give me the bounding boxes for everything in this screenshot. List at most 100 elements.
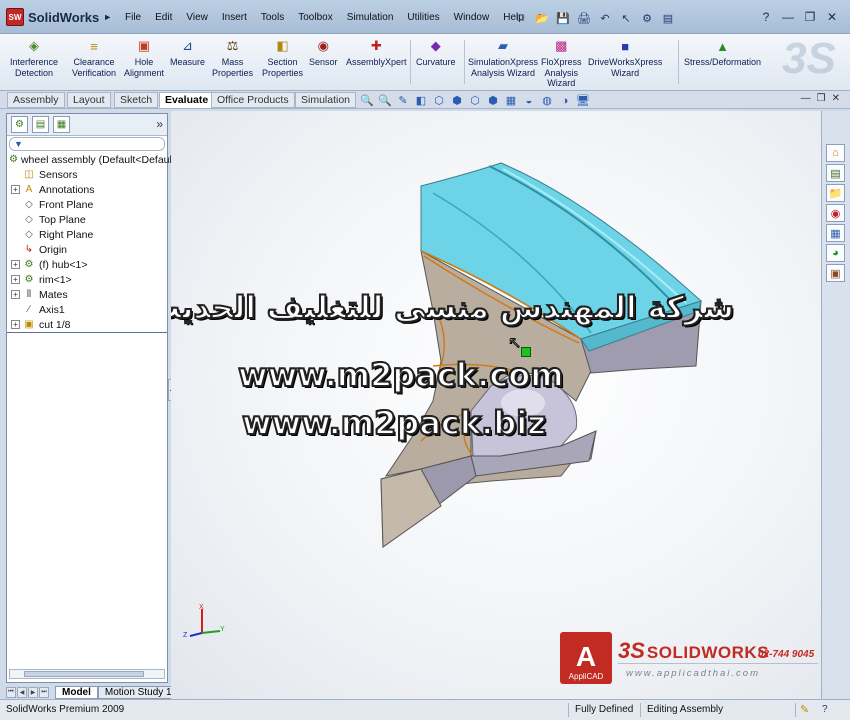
expand-icon[interactable]: + bbox=[11, 275, 20, 284]
custom-properties-icon[interactable]: ▣ bbox=[826, 264, 845, 282]
tree-item[interactable]: + ⫴ Mates bbox=[7, 287, 167, 302]
rebuild-icon[interactable]: ✎ bbox=[800, 703, 809, 716]
curvature-button[interactable]: ◆ Curvature bbox=[416, 38, 456, 68]
collapse-panel-icon[interactable]: » bbox=[156, 117, 163, 131]
tree-filter[interactable]: ▼ bbox=[9, 137, 165, 151]
graphics-area[interactable]: ↖ شركة المهندس منسى للتغليف الحديث www.m… bbox=[171, 111, 821, 699]
search-icon[interactable]: ◉ bbox=[826, 204, 845, 222]
undo-icon[interactable]: ↶ bbox=[596, 10, 614, 26]
tree-item[interactable]: + ⚙ rim<1> bbox=[7, 272, 167, 287]
measure-button[interactable]: ⊿ Measure bbox=[170, 38, 205, 68]
panel-horizontal-scrollbar[interactable] bbox=[9, 669, 165, 679]
floxpress-icon: ▩ bbox=[555, 38, 568, 53]
property-manager-tab-icon[interactable]: ▤ bbox=[32, 116, 49, 133]
view-settings-icon[interactable]: ◒ bbox=[522, 94, 536, 107]
tree-item[interactable]: + ▣ cut 1/8 bbox=[7, 317, 167, 332]
appearances-icon[interactable]: ◕ bbox=[826, 244, 845, 262]
simulationxpress-button[interactable]: ▰ SimulationXpress Analysis Wizard bbox=[468, 38, 538, 78]
brand-divider bbox=[618, 663, 818, 664]
status-help-icon[interactable]: ? bbox=[822, 704, 828, 715]
stress-deformation-button[interactable]: ▲ Stress/Deformation bbox=[684, 38, 761, 68]
options-icon[interactable]: ⚙ bbox=[638, 10, 656, 26]
feature-manager-tab-icon[interactable]: ⚙ bbox=[11, 116, 28, 133]
menu-view[interactable]: View bbox=[179, 11, 215, 24]
driveworksxpress-button[interactable]: ■ DriveWorksXpress Wizard bbox=[588, 38, 662, 78]
previous-view-icon[interactable]: ✎ bbox=[396, 94, 410, 107]
help-button[interactable]: ? bbox=[758, 9, 774, 25]
save-icon[interactable]: 💾 bbox=[554, 10, 572, 26]
menu-expand-icon[interactable]: ► bbox=[103, 12, 112, 22]
menu-insert[interactable]: Insert bbox=[215, 11, 254, 24]
render-icon[interactable]: ◍ bbox=[540, 94, 554, 107]
app-logo[interactable]: SW SolidWorks ► bbox=[6, 7, 112, 27]
doc-minimize-button[interactable]: — bbox=[801, 93, 811, 104]
view-orientation-icon[interactable]: ⬡ bbox=[432, 94, 446, 107]
section-view-icon[interactable]: ◧ bbox=[414, 94, 428, 107]
edit-appearance-icon[interactable]: ⬢ bbox=[486, 94, 500, 107]
interference-detection-button[interactable]: ◈ Interference Detection bbox=[10, 38, 58, 78]
solidworks-resources-icon[interactable]: ⌂ bbox=[826, 144, 845, 162]
menu-toolbox[interactable]: Toolbox bbox=[291, 11, 339, 24]
first-tab-icon[interactable]: ⏮ bbox=[6, 686, 16, 698]
apply-scene-icon[interactable]: ▦ bbox=[504, 94, 518, 107]
display-style-icon[interactable]: ⬢ bbox=[450, 94, 464, 107]
command-manager: 3S ◈ Interference Detection ≡ Clearance Verif… bbox=[0, 34, 850, 91]
close-button[interactable]: ✕ bbox=[824, 9, 840, 25]
tree-item[interactable]: + ⚙ (f) hub<1> bbox=[7, 257, 167, 272]
tab-office-products[interactable]: Office Products bbox=[211, 92, 295, 108]
expand-icon[interactable]: + bbox=[11, 320, 20, 329]
doc-close-button[interactable]: ✕ bbox=[832, 93, 840, 104]
sensor-button[interactable]: ◉ Sensor bbox=[309, 38, 338, 68]
last-tab-icon[interactable]: ⏭ bbox=[39, 686, 49, 698]
next-tab-icon[interactable]: ▶ bbox=[28, 686, 38, 698]
hole-alignment-button[interactable]: ▣ Hole Alignment bbox=[124, 38, 164, 78]
expand-icon[interactable]: + bbox=[11, 185, 20, 194]
menu-utilities[interactable]: Utilities bbox=[400, 11, 446, 24]
tab-evaluate[interactable]: Evaluate bbox=[159, 92, 215, 108]
file-properties-icon[interactable]: ▤ bbox=[659, 10, 677, 26]
menu-tools[interactable]: Tools bbox=[254, 11, 291, 24]
print-icon[interactable]: 🖨 bbox=[575, 10, 593, 26]
expand-icon[interactable]: + bbox=[11, 290, 20, 299]
menu-window[interactable]: Window bbox=[447, 11, 497, 24]
clearance-verification-button[interactable]: ≡ Clearance Verification bbox=[72, 38, 116, 78]
hide-show-icon[interactable]: ⬡ bbox=[468, 94, 482, 107]
prev-tab-icon[interactable]: ◀ bbox=[17, 686, 27, 698]
display-pane-icon[interactable]: 🖥 bbox=[576, 94, 590, 107]
view-palette-icon[interactable]: ▦ bbox=[826, 224, 845, 242]
configuration-manager-tab-icon[interactable]: ▦ bbox=[53, 116, 70, 133]
menu-edit[interactable]: Edit bbox=[148, 11, 179, 24]
shadows-icon[interactable]: ◑ bbox=[558, 94, 572, 107]
zoom-area-icon[interactable]: 🔍 bbox=[378, 94, 392, 107]
tab-layout[interactable]: Layout bbox=[67, 92, 111, 108]
tree-item[interactable]: ◇ Right Plane bbox=[7, 227, 167, 242]
section-properties-button[interactable]: ◧ Section Properties bbox=[262, 38, 303, 78]
mass-properties-button[interactable]: ⚖ Mass Properties bbox=[212, 38, 253, 78]
tab-model[interactable]: Model bbox=[55, 685, 98, 699]
tree-item[interactable]: ∕ Axis1 bbox=[7, 302, 167, 317]
assemblyxpert-button[interactable]: ✚ AssemblyXpert bbox=[346, 38, 407, 68]
floxpress-button[interactable]: ▩ FloXpress Analysis Wizard bbox=[541, 38, 582, 89]
restore-button[interactable]: ❐ bbox=[802, 9, 818, 25]
select-icon[interactable]: ↖ bbox=[617, 10, 635, 26]
doc-restore-button[interactable]: ❐ bbox=[817, 93, 826, 104]
tab-assembly[interactable]: Assembly bbox=[7, 92, 65, 108]
tab-motion-study[interactable]: Motion Study 1 bbox=[97, 685, 179, 699]
open-icon[interactable]: 📂 bbox=[533, 10, 551, 26]
new-document-icon[interactable]: □ bbox=[512, 10, 530, 26]
tree-item[interactable]: ◇ Top Plane bbox=[7, 212, 167, 227]
minimize-button[interactable]: — bbox=[780, 9, 796, 25]
tree-item[interactable]: + A Annotations bbox=[7, 182, 167, 197]
expand-icon[interactable]: + bbox=[11, 260, 20, 269]
tree-root[interactable]: ⚙ wheel assembly (Default<Default bbox=[7, 152, 175, 167]
design-library-icon[interactable]: ▤ bbox=[826, 164, 845, 182]
menu-file[interactable]: File bbox=[118, 11, 148, 24]
file-explorer-icon[interactable]: 📁 bbox=[826, 184, 845, 202]
tree-item[interactable]: ◇ Front Plane bbox=[7, 197, 167, 212]
zoom-to-fit-icon[interactable]: 🔍 bbox=[360, 94, 374, 107]
tab-sketch[interactable]: Sketch bbox=[114, 92, 159, 108]
tree-item[interactable]: ◫ Sensors bbox=[7, 167, 167, 182]
tab-simulation[interactable]: Simulation bbox=[295, 92, 357, 108]
menu-simulation[interactable]: Simulation bbox=[340, 11, 401, 24]
tree-item[interactable]: ↳ Origin bbox=[7, 242, 167, 257]
